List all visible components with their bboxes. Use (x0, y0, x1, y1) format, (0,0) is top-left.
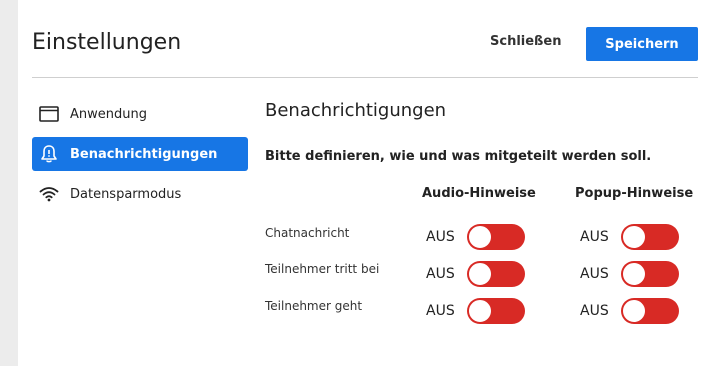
close-button[interactable]: Schließen (490, 34, 561, 49)
row-label-teilnehmer-geht: Teilnehmer geht (265, 299, 363, 313)
popup-toggle-chatnachricht[interactable]: AUS (580, 224, 679, 250)
toggle-switch[interactable] (466, 224, 525, 250)
sidebar-item-label: Anwendung (70, 106, 147, 122)
toggle-knob (621, 262, 646, 286)
toggle-state: AUS (580, 303, 609, 319)
sidebar-item-datensparmodus[interactable]: Datensparmodus (32, 177, 248, 211)
popup-toggle-teilnehmer-tritt-bei[interactable]: AUS (580, 261, 679, 287)
sidebar-item-label: Datensparmodus (70, 186, 182, 202)
toggle-switch[interactable] (466, 298, 525, 324)
audio-toggle-teilnehmer-tritt-bei[interactable]: AUS (426, 261, 525, 287)
header-divider (32, 77, 698, 78)
bell-icon (38, 143, 60, 165)
toggle-state: AUS (580, 266, 609, 282)
toggle-state: AUS (426, 229, 455, 245)
audio-toggle-chatnachricht[interactable]: AUS (426, 224, 525, 250)
section-title: Benachrichtigungen (265, 100, 447, 121)
toggle-knob (621, 299, 646, 323)
row-label-chatnachricht: Chatnachricht (265, 226, 350, 240)
settings-dialog: Einstellungen Schließen Speichern Anwend… (18, 0, 714, 366)
toggle-switch[interactable] (466, 261, 525, 287)
section-description: Bitte definieren, wie und was mitgeteilt… (265, 149, 652, 164)
column-header-popup: Popup-Hinweise (575, 186, 694, 201)
window-icon (38, 103, 60, 125)
sidebar-item-benachrichtigungen[interactable]: Benachrichtigungen (32, 137, 248, 171)
sidebar-item-label: Benachrichtigungen (70, 146, 218, 162)
toggle-knob (467, 262, 492, 286)
toggle-state: AUS (580, 229, 609, 245)
wifi-icon (38, 183, 60, 205)
audio-toggle-teilnehmer-geht[interactable]: AUS (426, 298, 525, 324)
row-label-teilnehmer-tritt-bei: Teilnehmer tritt bei (265, 262, 380, 276)
toggle-switch[interactable] (620, 261, 679, 287)
toggle-state: AUS (426, 266, 455, 282)
popup-toggle-teilnehmer-geht[interactable]: AUS (580, 298, 679, 324)
toggle-knob (621, 225, 646, 249)
toggle-knob (467, 225, 492, 249)
dialog-title: Einstellungen (32, 30, 182, 55)
save-button[interactable]: Speichern (586, 27, 698, 61)
sidebar-item-anwendung[interactable]: Anwendung (32, 97, 248, 131)
toggle-knob (467, 299, 492, 323)
toggle-switch[interactable] (620, 298, 679, 324)
toggle-state: AUS (426, 303, 455, 319)
toggle-switch[interactable] (620, 224, 679, 250)
column-header-audio: Audio-Hinweise (422, 186, 536, 201)
